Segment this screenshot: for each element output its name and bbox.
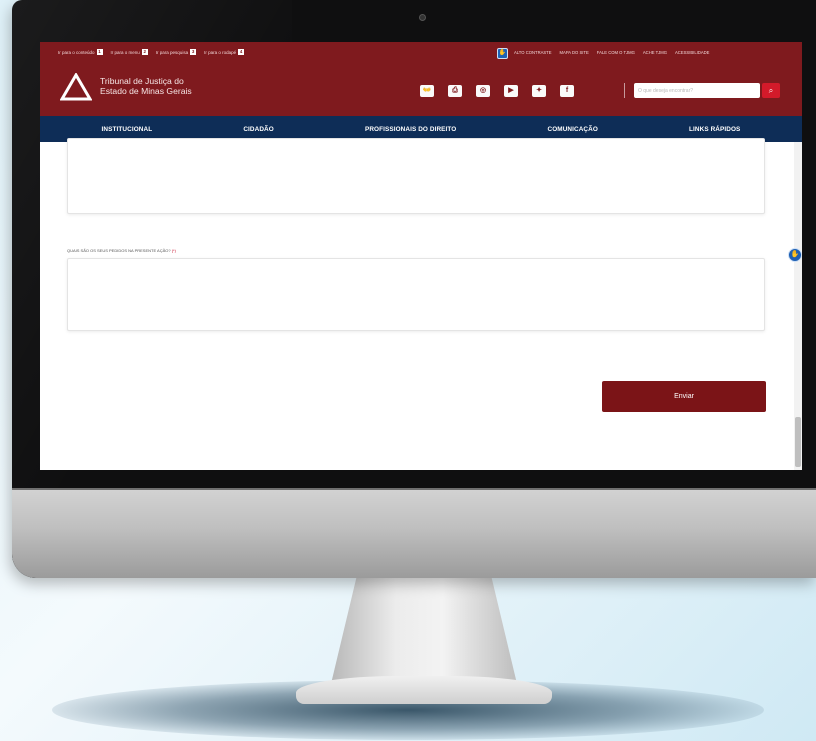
- key-badge: 1: [96, 49, 103, 55]
- header-divider: [624, 83, 625, 98]
- search-input[interactable]: [634, 83, 760, 98]
- search-icon[interactable]: ⌕: [762, 83, 780, 98]
- nav-institucional[interactable]: INSTITUCIONAL: [102, 126, 153, 133]
- utility-links: Alto contraste Mapa do site Fale com o T…: [514, 50, 709, 55]
- monitor-chin-edge: [12, 488, 816, 490]
- pedidos-field-label: QUAIS SÃO OS SEUS PEDIDOS NA PRESENTE AÇ…: [67, 248, 176, 253]
- printer-icon[interactable]: ⎙: [448, 85, 462, 97]
- monitor-base: [296, 676, 552, 704]
- skip-to-footer-link[interactable]: Ir para o rodapé 4: [204, 49, 245, 55]
- accessibility-shortcuts: Ir para o conteúdo 1 Ir para o menu 2 Ir p…: [58, 49, 245, 55]
- twitter-icon[interactable]: ✦: [532, 85, 546, 97]
- triangle-logo-icon[interactable]: [60, 73, 92, 101]
- site-logo-text[interactable]: Tribunal de Justiça do Estado de Minas G…: [100, 76, 192, 96]
- required-marker: (*): [171, 248, 176, 253]
- high-contrast-link[interactable]: Alto contraste: [514, 50, 552, 55]
- skip-to-content-link[interactable]: Ir para o conteúdo 1: [58, 49, 103, 55]
- hand-sign-icon[interactable]: ✋: [497, 48, 508, 59]
- facebook-icon[interactable]: f: [560, 85, 574, 97]
- social-icons: 👐 ⎙ ◎ ▶ ✦ f: [420, 85, 574, 97]
- submit-button[interactable]: Enviar: [602, 381, 766, 412]
- contact-link[interactable]: Fale com o TJMG: [597, 50, 635, 55]
- instagram-icon[interactable]: ◎: [476, 85, 490, 97]
- key-badge: 3: [190, 49, 197, 55]
- key-badge: 4: [238, 49, 245, 55]
- pedidos-textarea[interactable]: [67, 258, 765, 331]
- camera: [419, 14, 426, 21]
- nav-links-rapidos[interactable]: LINKS RÁPIDOS: [689, 126, 740, 133]
- logo-line-1: Tribunal de Justiça do: [100, 76, 184, 86]
- youtube-icon[interactable]: ▶: [504, 85, 518, 97]
- site-header: Ir para o conteúdo 1 Ir para o menu 2 Ir p…: [40, 42, 802, 116]
- vlibras-widget-icon[interactable]: ✋: [788, 248, 802, 262]
- nav-comunicacao[interactable]: COMUNICAÇÃO: [547, 126, 597, 133]
- libras-icon[interactable]: 👐: [420, 85, 434, 97]
- nav-profissionais[interactable]: PROFISSIONAIS DO DIREITO: [365, 126, 456, 133]
- logo-line-2: Estado de Minas Gerais: [100, 86, 192, 96]
- skip-to-search-link[interactable]: Ir para pesquisa 3: [156, 49, 197, 55]
- find-tjmg-link[interactable]: Ache TJMG: [643, 50, 667, 55]
- monitor-stand: [330, 578, 518, 688]
- previous-answer-textarea[interactable]: [67, 138, 765, 214]
- browser-screen: Ir para o conteúdo 1 Ir para o menu 2 Ir p…: [40, 42, 802, 470]
- accessibility-link[interactable]: Acessibilidade: [675, 50, 709, 55]
- site-map-link[interactable]: Mapa do site: [560, 50, 589, 55]
- nav-cidadao[interactable]: CIDADÃO: [243, 126, 274, 133]
- monitor-chin: [12, 488, 816, 578]
- scrollbar-thumb[interactable]: [795, 417, 801, 467]
- page-scrollbar[interactable]: [794, 142, 802, 470]
- skip-to-menu-link[interactable]: Ir para o menu 2: [111, 49, 148, 55]
- key-badge: 2: [141, 49, 148, 55]
- form-content: QUAIS SÃO OS SEUS PEDIDOS NA PRESENTE AÇ…: [40, 138, 802, 470]
